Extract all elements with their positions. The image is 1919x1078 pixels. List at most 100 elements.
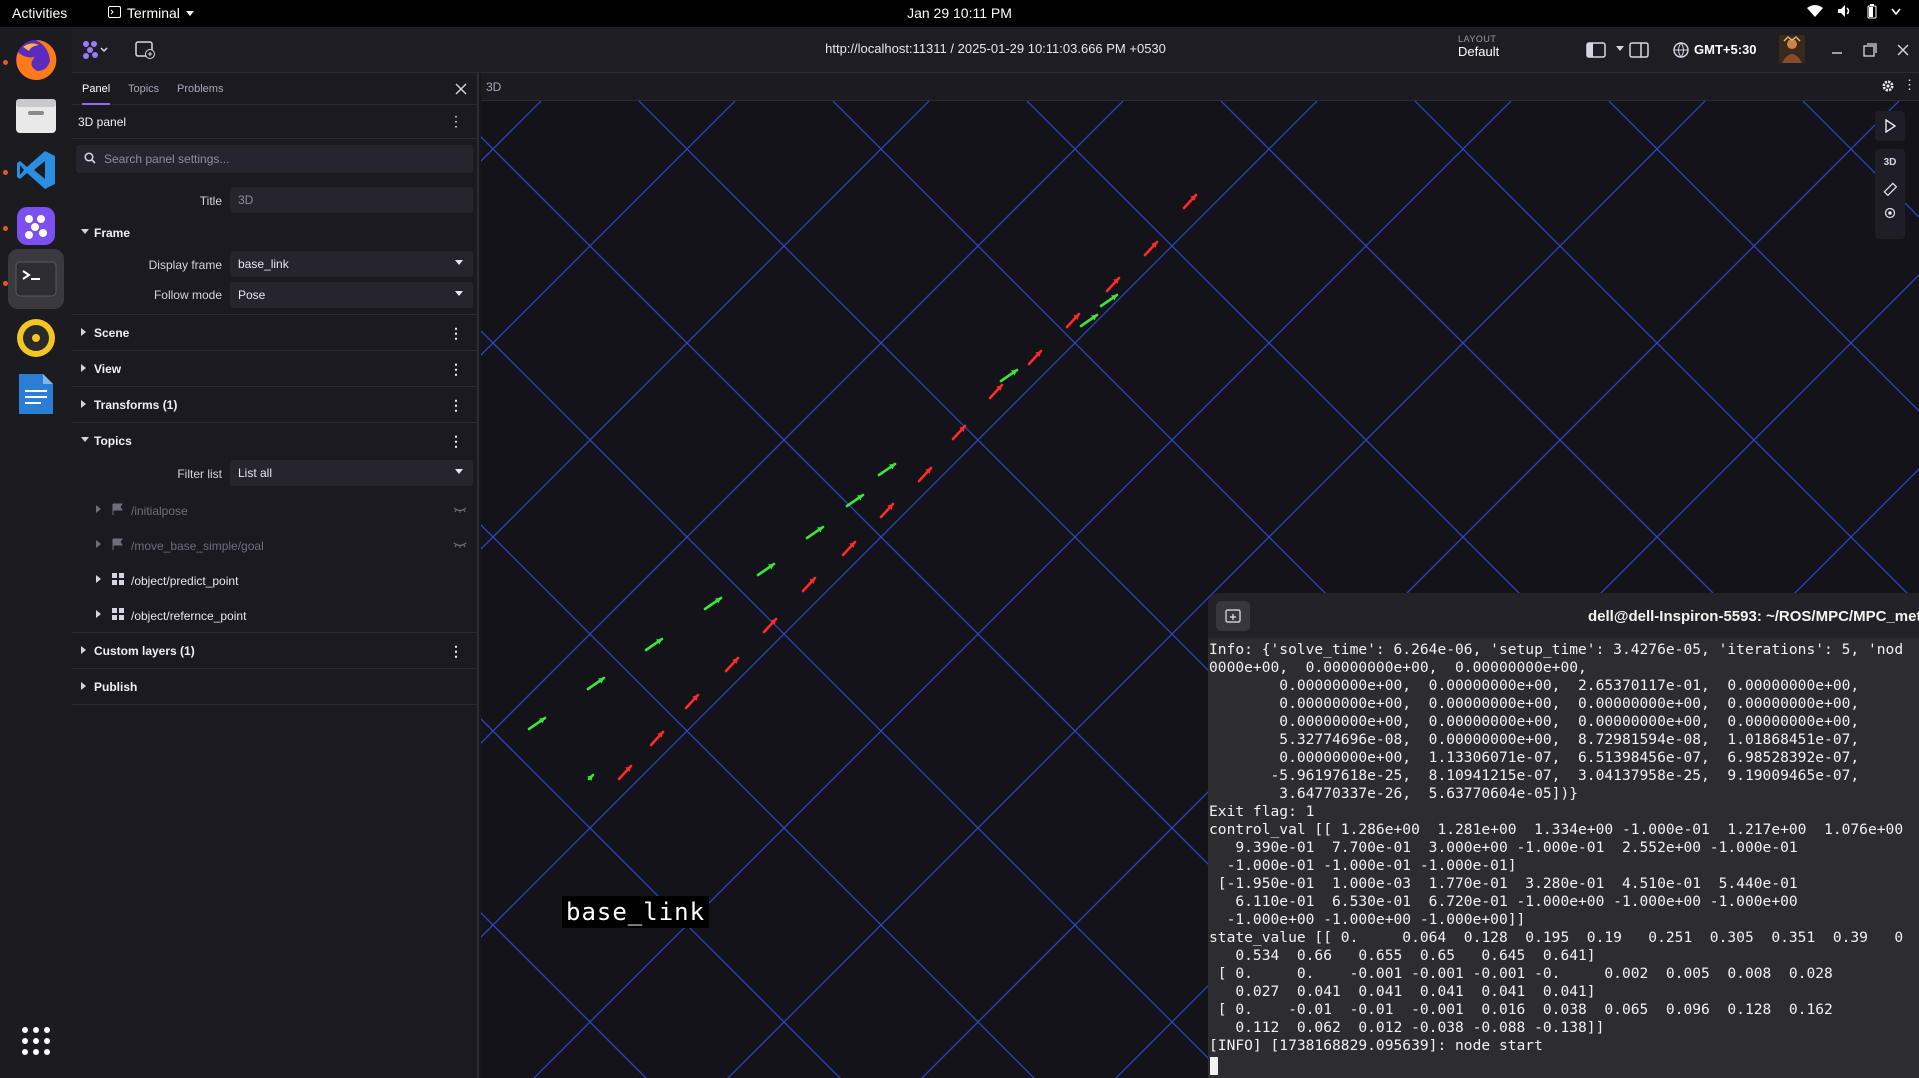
follow-mode-select[interactable]: Pose <box>230 282 473 308</box>
rhythmbox-icon[interactable] <box>8 310 64 366</box>
visibility-hidden-icon[interactable] <box>453 503 467 517</box>
system-tray[interactable] <box>1807 4 1901 22</box>
terminal-line: 0.00000000e+00, 0.00000000e+00, 2.653701… <box>1209 677 1860 694</box>
ruler-icon[interactable] <box>1883 182 1898 199</box>
timezone-label[interactable]: GMT+5:30 <box>1694 42 1757 57</box>
gear-icon[interactable] <box>1881 79 1895 98</box>
scene-menu-kebab-icon[interactable]: ⋮ <box>449 325 463 342</box>
terminal-line: 6.110e-01 6.530e-01 6.720e-01 -1.000e+00… <box>1209 893 1798 910</box>
minimize-icon[interactable] <box>1826 39 1848 61</box>
follow-mode-row: Follow mode Pose <box>72 281 477 315</box>
terminal-window[interactable]: dell@dell-Inspiron-5593: ~/ROS/MPC/MPC_m… <box>1208 593 1919 1078</box>
terminal-output[interactable]: Info: {'solve_time': 6.264e-06, 'setup_t… <box>1208 639 1919 1078</box>
interact-cursor-icon[interactable] <box>1875 111 1905 141</box>
visibility-hidden-icon[interactable] <box>453 538 467 552</box>
left-sidebar-toggle-icon[interactable] <box>1585 39 1607 61</box>
maximize-icon[interactable] <box>1859 39 1881 61</box>
flag-icon <box>112 503 124 519</box>
title-input-value: 3D <box>238 193 254 207</box>
flag-icon <box>112 538 124 554</box>
publish-point-icon[interactable] <box>1884 207 1896 222</box>
terminal-line: 0.00000000e+00, 1.13306071e-07, 6.513984… <box>1209 749 1860 766</box>
terminal-line: 5.32774696e-08, 0.00000000e+00, 8.729815… <box>1209 731 1860 748</box>
expand-icon <box>81 400 86 408</box>
expand-icon <box>96 610 101 618</box>
terminal-line: 0.00000000e+00, 0.00000000e+00, 0.000000… <box>1209 695 1860 712</box>
firefox-icon[interactable] <box>8 32 64 88</box>
vscode-icon[interactable] <box>8 142 64 198</box>
frame-section-header[interactable]: Frame <box>72 215 477 251</box>
activities-button[interactable]: Activities <box>12 5 67 21</box>
grid-line <box>481 330 1229 1078</box>
terminal-line: 0.027 0.041 0.041 0.041 0.041 0.041] <box>1209 983 1596 1000</box>
topic-row[interactable]: /object/predict_point <box>72 563 477 598</box>
new-tab-icon[interactable] <box>1216 601 1250 631</box>
view-mode-toggle[interactable]: 3D <box>1884 157 1897 168</box>
display-frame-select[interactable]: base_link <box>230 251 473 277</box>
panel-menu-kebab-icon[interactable]: ⋮ <box>449 113 463 130</box>
search-placeholder: Search panel settings... <box>104 152 230 166</box>
topics-section-title: Topics <box>94 434 132 448</box>
foxglove-icon[interactable] <box>8 198 64 254</box>
right-sidebar-toggle-icon[interactable] <box>1628 39 1650 61</box>
topic-row[interactable]: /move_base_simple/goal <box>72 528 477 563</box>
user-avatar[interactable] <box>1778 35 1806 63</box>
tab-problems[interactable]: Problems <box>177 83 223 95</box>
view-menu-kebab-icon[interactable]: ⋮ <box>449 361 463 378</box>
topic-row[interactable]: /initialpose <box>72 493 477 528</box>
custom-layers-menu-kebab-icon[interactable]: ⋮ <box>449 643 463 660</box>
view-section-header[interactable]: View ⋮ <box>72 351 477 387</box>
terminal-title: dell@dell-Inspiron-5593: ~/ROS/MPC/MPC_m… <box>1588 608 1919 625</box>
topics-section-header[interactable]: Topics ⋮ <box>72 423 477 459</box>
frame-axis-label: base_link <box>562 896 710 928</box>
3d-panel-toolbar: 3D ⋮ <box>481 73 1919 101</box>
tab-topics[interactable]: Topics <box>128 83 159 95</box>
topic-row[interactable]: /object/refernce_point <box>72 598 477 633</box>
grid-line <box>481 101 1124 744</box>
filter-list-select[interactable]: List all <box>230 460 473 486</box>
transforms-menu-kebab-icon[interactable]: ⋮ <box>449 397 463 414</box>
tab-panel[interactable]: Panel <box>82 83 111 105</box>
topics-menu-kebab-icon[interactable]: ⋮ <box>449 433 463 450</box>
view-tools-group: 3D <box>1875 149 1905 239</box>
title-setting-row: Title 3D <box>72 185 477 215</box>
sidebar-tabs: Panel Topics Problems <box>72 73 477 105</box>
app-menu-label: Terminal <box>127 5 180 21</box>
timezone-globe-icon[interactable] <box>1670 39 1692 61</box>
clock[interactable]: Jan 29 10:11 PM <box>907 5 1012 21</box>
marker-array-icon <box>112 573 125 589</box>
topic-name: /initialpose <box>131 504 188 518</box>
app-menu[interactable]: Terminal <box>108 5 194 21</box>
publish-section-header[interactable]: Publish <box>72 669 477 705</box>
reference-point-markers <box>617 193 1198 781</box>
title-label: Title <box>199 194 222 208</box>
title-input[interactable]: 3D <box>230 187 473 213</box>
close-sidebar-icon[interactable] <box>455 82 467 100</box>
chevron-down-icon <box>455 469 463 474</box>
terminal-cursor <box>1210 1057 1218 1075</box>
terminal-line: 0.112 0.062 0.012 -0.038 -0.088 -0.138]] <box>1209 1019 1605 1036</box>
view-section-title: View <box>94 362 122 376</box>
transforms-section-header[interactable]: Transforms (1) ⋮ <box>72 387 477 423</box>
terminal-line: state_value [[ 0. 0.064 0.128 0.195 0.19… <box>1209 929 1904 946</box>
chevron-down-icon <box>455 260 463 265</box>
grid-line <box>481 101 930 550</box>
follow-mode-value: Pose <box>238 288 266 302</box>
show-apps-icon[interactable] <box>8 1013 64 1069</box>
filter-list-label: Filter list <box>177 467 222 481</box>
close-window-icon[interactable] <box>1892 39 1914 61</box>
terminal-icon[interactable] <box>8 249 64 309</box>
terminal-line: 0000e+00, 0.00000000e+00, 0.00000000e+00… <box>1209 659 1587 676</box>
search-input[interactable]: Search panel settings... <box>76 145 473 173</box>
terminal-line: -5.96197618e-25, 8.10941215e-07, 3.04137… <box>1209 767 1860 784</box>
panel-kebab-icon[interactable]: ⋮ <box>1903 77 1916 93</box>
scene-section-header[interactable]: Scene ⋮ <box>72 315 477 351</box>
terminal-line: 9.390e-01 7.700e-01 3.000e+00 -1.000e-01… <box>1209 839 1798 856</box>
chevron-down-icon <box>1616 46 1624 51</box>
topic-name: /move_base_simple/goal <box>131 539 264 553</box>
writer-icon[interactable] <box>8 366 64 422</box>
terminal-line: -1.000e-01 -1.000e-01 -1.000e-01] <box>1209 857 1517 874</box>
custom-layers-section-header[interactable]: Custom layers (1) ⋮ <box>72 633 477 669</box>
terminal-line: -1.000e+00 -1.000e+00 -1.000e+00]] <box>1209 911 1526 928</box>
files-icon[interactable] <box>8 87 64 143</box>
